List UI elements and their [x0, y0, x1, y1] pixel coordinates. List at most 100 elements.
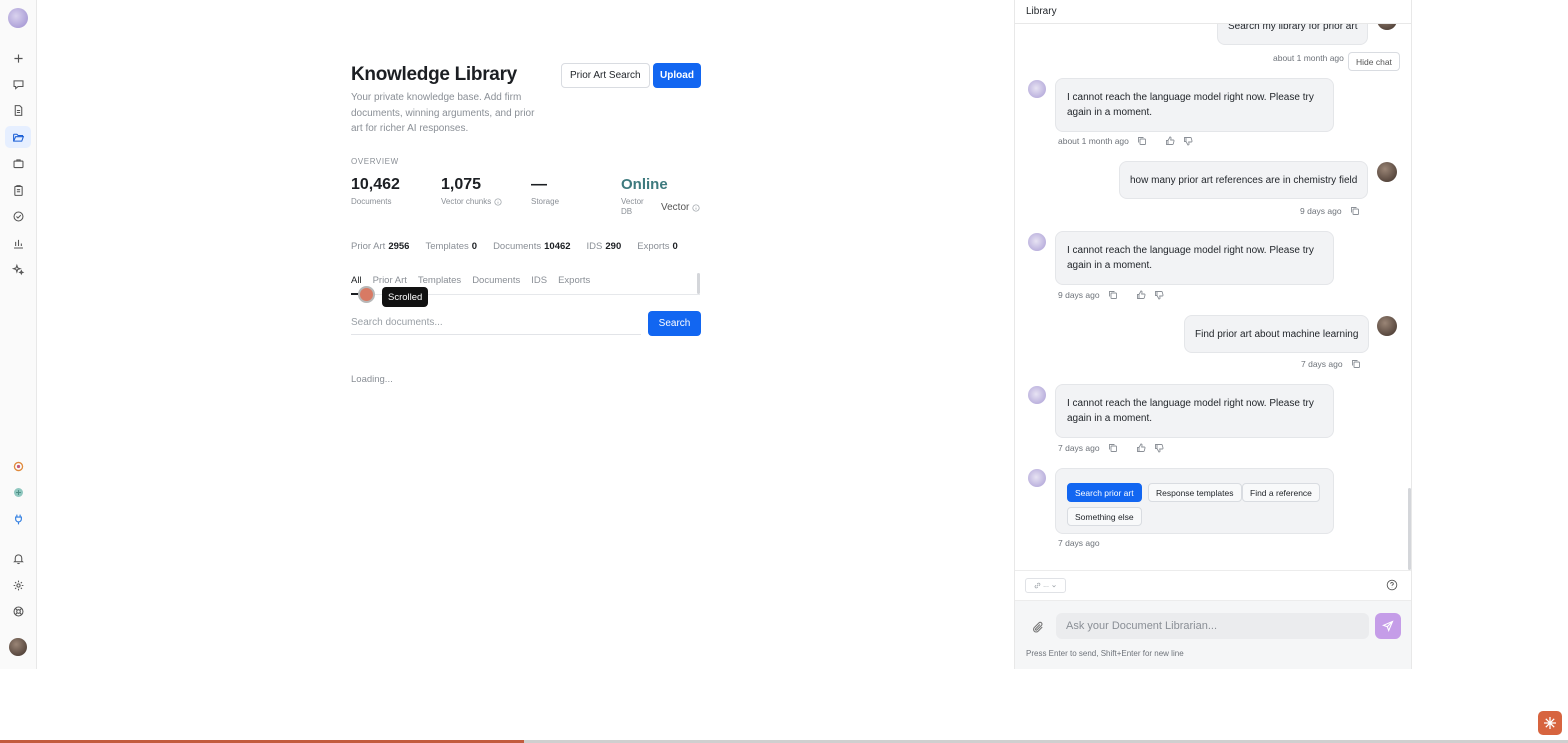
send-button[interactable]	[1375, 613, 1401, 639]
stat-vector-chunks-label: Vector chunks	[441, 197, 492, 206]
quick-choices: Search prior art Response templates Find…	[1055, 468, 1334, 534]
gear-icon[interactable]	[5, 574, 31, 596]
copy-icon[interactable]	[1108, 443, 1118, 453]
chat-scrollbar[interactable]	[1408, 488, 1411, 570]
bar-chart-icon[interactable]	[5, 232, 31, 254]
thumbs-down-icon[interactable]	[1154, 290, 1164, 300]
sparkles-icon[interactable]	[5, 258, 31, 280]
app-logo[interactable]	[8, 8, 28, 28]
chat-toolbar: ...	[1015, 570, 1411, 601]
stat-documents-label: Documents	[351, 197, 392, 206]
choice-find-a-reference[interactable]: Find a reference	[1242, 483, 1320, 502]
choice-something-else[interactable]: Something else	[1067, 507, 1142, 526]
stat-storage-label: Storage	[531, 197, 560, 206]
copy-icon[interactable]	[1350, 206, 1360, 216]
clipboard-icon[interactable]	[5, 179, 31, 201]
user-avatar[interactable]	[9, 638, 27, 656]
tabs-scrollbar[interactable]	[697, 273, 700, 294]
thumbs-up-icon[interactable]	[1165, 136, 1175, 146]
stat-vector-chunks-value: 1,075	[441, 176, 482, 193]
count-documents: Documents 10462	[493, 241, 571, 252]
message-timestamp: 9 days ago	[1300, 206, 1342, 216]
page-subtitle: Your private knowledge base. Add firm do…	[351, 92, 535, 134]
assistant-avatar	[1028, 233, 1046, 251]
bell-icon[interactable]	[5, 547, 31, 569]
main-content: Knowledge Library Your private knowledge…	[37, 0, 1014, 669]
prior-art-search-button[interactable]: Prior Art Search	[561, 63, 650, 88]
upload-button[interactable]: Upload	[653, 63, 701, 88]
user-message: how many prior art references are in che…	[1119, 161, 1369, 199]
hide-chat-button[interactable]: Hide chat	[1348, 52, 1400, 71]
type-counts: Prior Art 2956 Templates 0 Documents 10462 …	[351, 241, 678, 252]
choice-search-prior-art[interactable]: Search prior art	[1067, 483, 1142, 502]
user-avatar	[1377, 316, 1397, 336]
tab-all[interactable]: All	[351, 275, 362, 286]
assistant-launcher-icon[interactable]	[1538, 711, 1562, 735]
tab-exports[interactable]: Exports	[558, 275, 590, 286]
stat-documents-value: 10,462	[351, 176, 400, 193]
check-circle-icon[interactable]	[5, 205, 31, 227]
chat-input[interactable]	[1056, 613, 1369, 639]
overview-label: OVERVIEW	[351, 157, 399, 166]
message-timestamp: 7 days ago	[1058, 538, 1100, 548]
chat-title: Library	[1026, 6, 1057, 17]
message-meta: 7 days ago	[1301, 359, 1361, 369]
choice-response-templates[interactable]: Response templates	[1148, 483, 1242, 502]
message-meta: about 1 month ago	[1058, 136, 1193, 146]
chat-bubble-icon[interactable]	[5, 73, 31, 95]
user-avatar	[1377, 162, 1397, 182]
message-timestamp: 7 days ago	[1058, 443, 1100, 453]
info-icon[interactable]	[692, 203, 700, 212]
thumbs-down-icon[interactable]	[1154, 443, 1164, 453]
tab-templates[interactable]: Templates	[418, 275, 461, 286]
life-buoy-icon[interactable]	[5, 600, 31, 622]
paperclip-icon[interactable]	[1032, 621, 1045, 634]
tab-documents[interactable]: Documents	[472, 275, 520, 286]
message-meta: 9 days ago	[1058, 290, 1164, 300]
stat-vector-db-label: Vector DB	[621, 197, 644, 216]
tab-ids[interactable]: IDS	[531, 275, 547, 286]
message-timestamp: about 1 month ago	[1058, 136, 1129, 146]
assistant-message: I cannot reach the language model right …	[1055, 78, 1334, 132]
message-timestamp: 9 days ago	[1058, 290, 1100, 300]
search-documents-input[interactable]	[351, 311, 641, 335]
briefcase-icon[interactable]	[5, 152, 31, 174]
message-meta: 7 days ago	[1058, 443, 1164, 453]
ring-badge-icon[interactable]	[5, 455, 31, 477]
count-ids: IDS 290	[586, 241, 622, 252]
scroll-tooltip: Scrolled	[382, 287, 429, 307]
composer-hint: Press Enter to send, Shift+Enter for new…	[1026, 649, 1184, 658]
assistant-avatar	[1028, 469, 1046, 487]
count-templates: Templates 0	[425, 241, 478, 252]
model-selector[interactable]: ...	[1025, 578, 1066, 593]
search-button[interactable]: Search	[648, 311, 701, 336]
folder-open-icon[interactable]	[5, 126, 31, 148]
assistant-message: I cannot reach the language model right …	[1055, 384, 1334, 438]
copy-icon[interactable]	[1351, 359, 1361, 369]
info-icon[interactable]	[494, 198, 502, 206]
tab-prior-art[interactable]: Prior Art	[373, 275, 407, 286]
plug-icon[interactable]	[5, 508, 31, 530]
document-icon[interactable]	[5, 99, 31, 121]
copy-icon[interactable]	[1137, 136, 1147, 146]
link-icon	[1034, 582, 1041, 589]
left-rail	[0, 0, 37, 669]
chat-header: Library	[1015, 0, 1411, 24]
thumbs-down-icon[interactable]	[1183, 136, 1193, 146]
vector-label: Vector	[661, 202, 690, 213]
new-chat-icon[interactable]	[5, 47, 31, 69]
filter-tabs: All Prior Art Templates Documents IDS Ex…	[351, 275, 590, 286]
thumbs-up-icon[interactable]	[1136, 290, 1146, 300]
brain-icon[interactable]	[5, 481, 31, 503]
user-message: Find prior art about machine learning	[1184, 315, 1370, 353]
copy-icon[interactable]	[1108, 290, 1118, 300]
chevron-down-icon	[1051, 583, 1057, 589]
cursor-indicator	[358, 286, 375, 303]
stat-vector-chunks: Vector chunks	[441, 197, 502, 207]
model-selector-label: ...	[1043, 582, 1049, 589]
help-icon[interactable]	[1386, 579, 1398, 591]
chat-composer: Press Enter to send, Shift+Enter for new…	[1015, 601, 1411, 669]
message-timestamp: 7 days ago	[1301, 359, 1343, 369]
vector-status: Vector	[661, 202, 700, 213]
thumbs-up-icon[interactable]	[1136, 443, 1146, 453]
